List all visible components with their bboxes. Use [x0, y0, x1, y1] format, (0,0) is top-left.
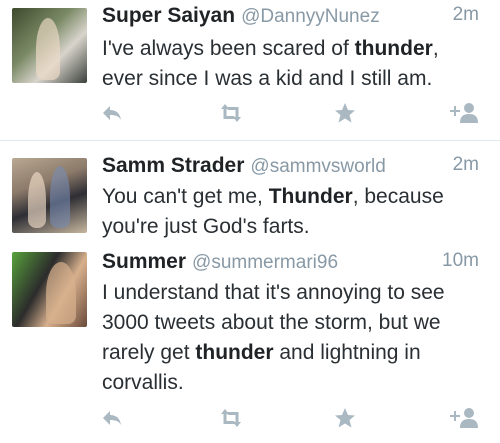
avatar[interactable] [12, 252, 87, 327]
star-icon[interactable] [333, 403, 357, 433]
tweet-text: I understand that it's annoying to see 3… [102, 281, 445, 394]
reply-icon[interactable] [100, 403, 124, 433]
tweet[interactable]: Samm Strader @sammvsworld 2m You can't ge… [0, 150, 500, 242]
hashtag-keyword: thunder [354, 37, 433, 60]
tweet-header: Samm Strader @sammvsworld 2m [102, 154, 487, 182]
tweet[interactable]: Summer @summermari96 10m I understand tha… [0, 248, 500, 443]
user-name[interactable]: Super Saiyan [102, 4, 235, 27]
user-handle[interactable]: @summermari96 [192, 252, 338, 273]
reply-icon[interactable] [100, 98, 124, 128]
avatar[interactable] [12, 158, 87, 233]
timestamp: 10m [442, 250, 479, 271]
divider [0, 140, 500, 141]
hashtag-keyword: Thunder [268, 185, 353, 208]
user-name[interactable]: Summer [102, 250, 186, 273]
hashtag-keyword: thunder [195, 341, 274, 364]
user-handle[interactable]: @sammvsworld [250, 156, 385, 177]
user-name[interactable]: Samm Strader [102, 154, 244, 177]
tweet-actions [0, 98, 500, 128]
tweet-header: Super Saiyan @DannyyNunez 2m [102, 4, 487, 32]
avatar[interactable] [12, 8, 87, 83]
retweet-icon[interactable] [217, 98, 245, 128]
star-icon[interactable] [333, 98, 357, 128]
user-handle[interactable]: @DannyyNunez [241, 6, 380, 27]
tweet-header: Summer @summermari96 10m [102, 250, 487, 278]
tweet-text: You can't get me, Thunder, because you'r… [102, 185, 444, 238]
retweet-icon[interactable] [217, 403, 245, 433]
tweet-text: I've always been scared of thunder, ever… [102, 37, 439, 90]
follow-icon[interactable] [448, 403, 480, 433]
tweet[interactable]: Super Saiyan @DannyyNunez 2m I've always … [0, 0, 500, 140]
timestamp: 2m [452, 154, 479, 175]
timestamp: 2m [452, 4, 479, 25]
follow-icon[interactable] [448, 98, 480, 128]
tweet-actions [0, 403, 500, 433]
